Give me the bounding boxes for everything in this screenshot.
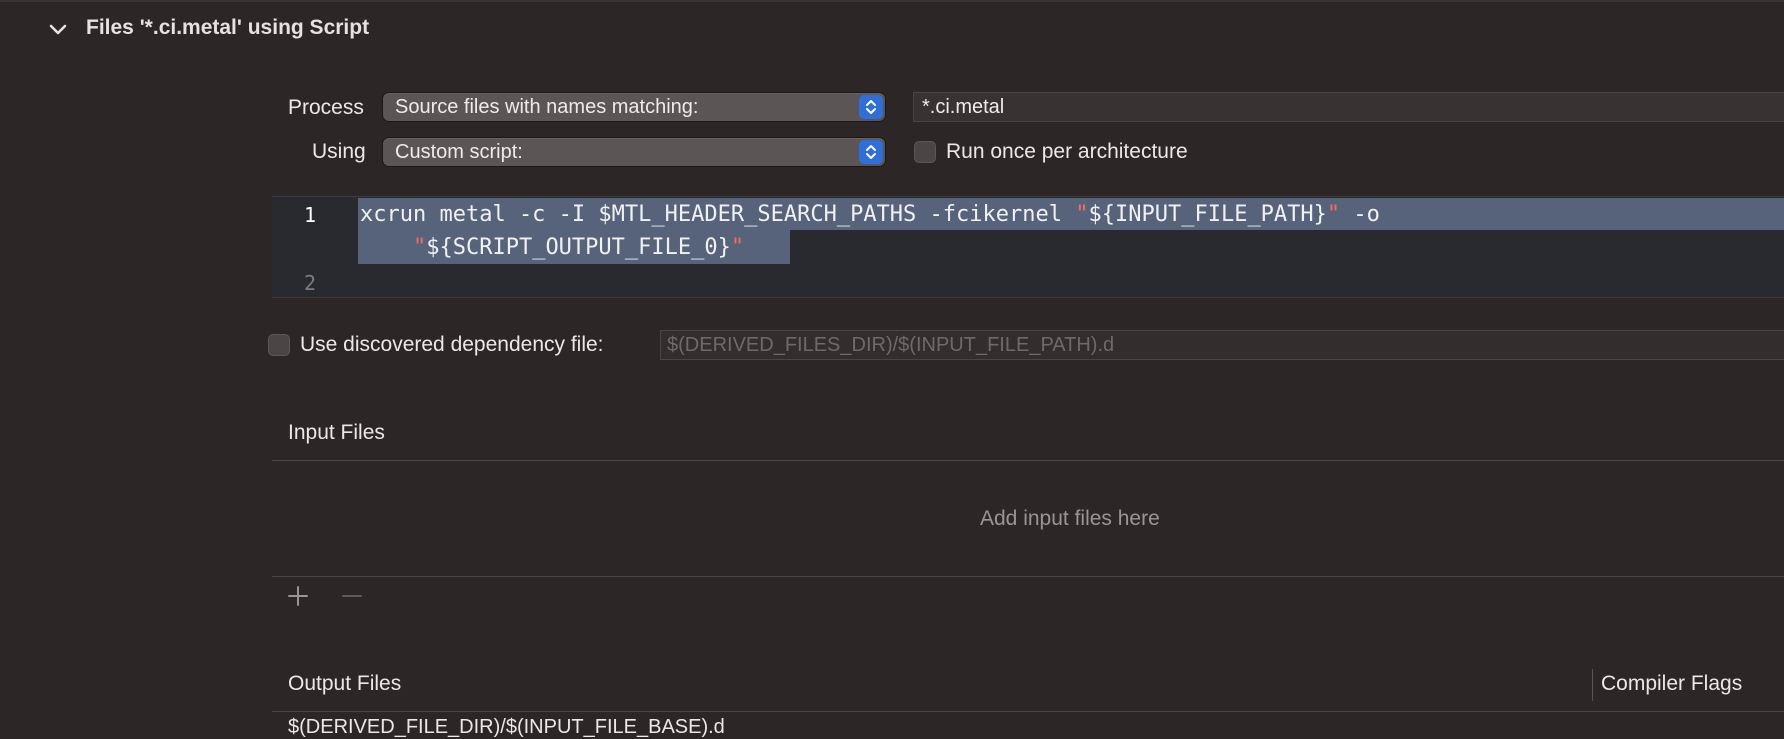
pattern-field[interactable]: *.ci.metal [913, 92, 1784, 122]
input-files-header: Input Files [288, 421, 385, 444]
output-file-row[interactable]: $(DERIVED_FILE_DIR)/$(INPUT_FILE_BASE).d [288, 716, 725, 739]
stepper-icon [859, 140, 883, 164]
script-line-1-wrap: "${SCRIPT_OUTPUT_FILE_0}" [360, 235, 744, 260]
string-quote: " [1326, 202, 1341, 227]
process-popup[interactable]: Source files with names matching: [383, 93, 885, 121]
input-files-empty-message: Add input files here [980, 507, 1160, 530]
divider [272, 576, 1784, 577]
string-quote: " [730, 235, 745, 260]
script-editor[interactable]: 1 2 xcrun metal -c -I $MTL_HEADER_SEARCH… [272, 196, 1784, 298]
using-popup[interactable]: Custom script: [383, 138, 885, 166]
compiler-flags-header: Compiler Flags [1601, 672, 1743, 695]
section-title: Files '*.ci.metal' using Script [86, 16, 370, 39]
string-quote: " [1075, 202, 1089, 227]
dependency-label: Use discovered dependency file: [300, 333, 604, 356]
remove-icon[interactable] [338, 582, 366, 610]
string-quote: " [412, 235, 427, 260]
script-line-1: xcrun metal -c -I $MTL_HEADER_SEARCH_PAT… [360, 202, 1380, 227]
process-label: Process [288, 96, 364, 119]
dependency-placeholder: $(DERIVED_FILES_DIR)/$(INPUT_FILE_PATH).… [667, 333, 1115, 356]
run-once-checkbox[interactable] [914, 141, 936, 163]
output-files-header: Output Files [288, 672, 402, 695]
dependency-checkbox[interactable] [268, 334, 290, 356]
line-number-1: 1 [303, 203, 316, 227]
process-popup-value: Source files with names matching: [395, 95, 699, 118]
string-variable: ${INPUT_FILE_PATH} [1088, 202, 1327, 227]
using-popup-value: Custom script: [395, 140, 523, 163]
stepper-icon [859, 95, 883, 119]
using-label: Using [312, 140, 366, 163]
dependency-field[interactable]: $(DERIVED_FILES_DIR)/$(INPUT_FILE_PATH).… [660, 330, 1784, 360]
code-text: -o [1340, 202, 1380, 227]
run-once-label: Run once per architecture [946, 140, 1188, 163]
divider [272, 711, 1784, 712]
line-number-2: 2 [303, 271, 316, 295]
string-variable: ${SCRIPT_OUTPUT_FILE_0} [426, 235, 731, 260]
divider [272, 460, 1784, 461]
top-divider [0, 0, 1784, 2]
column-divider [1592, 669, 1593, 701]
code-text: xcrun metal -c -I $MTL_HEADER_SEARCH_PAT… [360, 202, 1076, 227]
chevron-down-icon[interactable] [46, 18, 70, 42]
add-icon[interactable] [284, 582, 312, 610]
